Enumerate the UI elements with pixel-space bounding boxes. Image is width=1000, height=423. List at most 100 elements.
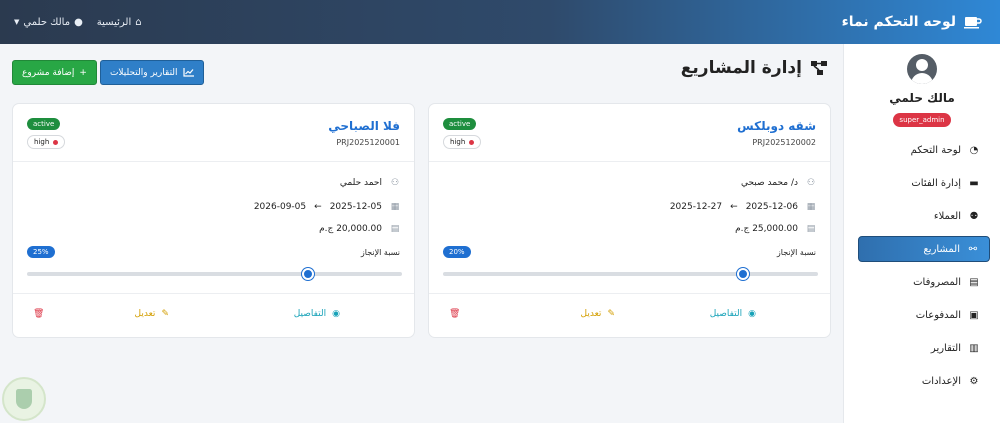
money-icon: ▣ <box>969 309 979 321</box>
sidebar-item-label: لوحة التحكم <box>910 144 961 156</box>
priority-text: high <box>450 138 466 146</box>
progress-slider[interactable] <box>27 268 402 280</box>
project-code: PRJ2025120001 <box>336 138 400 147</box>
sidebar-item-label: المصروفات <box>913 276 961 288</box>
gear-icon: ⚙ <box>969 375 979 387</box>
details-label: التفاصيل <box>709 309 743 319</box>
end-date: 2025-12-27 <box>669 202 723 212</box>
project-card: فلا الصباحي PRJ2025120001 active high ⚇ … <box>12 103 415 338</box>
project-diagram-icon <box>811 61 827 75</box>
user-circle-icon: ● <box>74 16 83 28</box>
progress-slider-knob[interactable] <box>737 268 749 280</box>
sidebar-item-expenses[interactable]: ▤ المصروفات <box>858 269 990 295</box>
home-link-label: الرئيسية <box>96 16 132 28</box>
folder-icon: ▬ <box>969 177 979 189</box>
home-link[interactable]: الرئيسية ⌂ <box>97 17 142 28</box>
plus-icon: + <box>79 67 87 78</box>
project-card-header: فلا الصباحي PRJ2025120001 active high <box>13 104 414 162</box>
progress-slider[interactable] <box>443 268 818 280</box>
edit-label: تعديل <box>134 309 156 319</box>
line-chart-icon <box>182 68 194 77</box>
project-card-body: ⚇ احمد حلمي ▦ 2025-12-05 ← 2026-09-05 ▤ … <box>13 162 414 294</box>
start-date: 2025-12-05 <box>329 202 382 212</box>
sidebar-item-label: التقارير <box>930 342 961 354</box>
sidebar-item-label: العملاء <box>933 210 961 222</box>
progress-label: نسبة الإنجاز <box>360 248 400 257</box>
amount: 25,000.00 ج.م <box>735 224 798 234</box>
avatar <box>907 54 937 84</box>
progress-percent: 25% <box>27 246 55 258</box>
project-card-footer: ◉ التفاصيل ✎ تعديل 🗑 <box>429 294 830 338</box>
end-date: 2026-09-05 <box>253 202 307 212</box>
progress-label: نسبة الإنجاز <box>776 248 816 257</box>
sidebar-item-dashboard[interactable]: ◔ لوحة التحكم <box>858 137 990 163</box>
project-name[interactable]: فلا الصباحي <box>328 119 400 133</box>
edit-label: تعديل <box>580 309 602 319</box>
priority-dot-icon <box>53 139 59 145</box>
trash-icon: 🗑 <box>33 309 45 319</box>
delete-button[interactable]: 🗑 <box>33 309 44 319</box>
user-dropdown[interactable]: ▼ مالك حلمي ● <box>14 17 83 28</box>
client-row: ⚇ احمد حلمي <box>340 178 400 188</box>
receipt-icon: ▤ <box>969 276 979 288</box>
gauge-icon: ◔ <box>969 144 979 156</box>
reports-button[interactable]: التقارير والتحليلات <box>99 60 204 85</box>
watermark-logo <box>2 377 46 421</box>
page-title-text: إدارة المشاريع <box>680 58 802 78</box>
sidebar-item-settings[interactable]: ⚙ الإعدادات <box>858 368 990 394</box>
edit-icon: ✎ <box>607 309 615 319</box>
sidebar-item-payments[interactable]: ▣ المدفوعات <box>858 302 990 328</box>
amount-row: ▤ 25,000.00 ج.م <box>735 224 816 234</box>
add-project-button[interactable]: + إضافة مشروع <box>12 60 97 85</box>
arrow-left-icon: ← <box>730 202 738 212</box>
page-toolbar: + إضافة مشروع التقارير والتحليلات <box>12 60 204 85</box>
client-name: د/ محمد صبحي <box>741 178 798 188</box>
eye-icon: ◉ <box>332 309 340 319</box>
details-label: التفاصيل <box>293 309 327 319</box>
project-card: شقه دوبلكس PRJ2025120002 active high ⚇ د… <box>428 103 831 338</box>
status-badge: active <box>443 118 477 130</box>
brand-title: لوحه التحكم نماء <box>841 14 956 30</box>
priority-dot-icon <box>469 139 475 145</box>
trash-icon: 🗑 <box>449 309 461 319</box>
project-diagram-icon: ⚯ <box>968 243 978 255</box>
calendar-icon: ▦ <box>390 202 400 212</box>
project-card-footer: ◉ التفاصيل ✎ تعديل 🗑 <box>13 294 414 338</box>
client-name: احمد حلمي <box>339 178 382 188</box>
priority-text: high <box>34 138 50 146</box>
chart-icon: ▥ <box>969 342 979 354</box>
sidebar-item-label: إدارة الفئات <box>911 177 961 189</box>
caret-down-icon: ▼ <box>14 18 20 26</box>
eye-icon: ◉ <box>748 309 756 319</box>
edit-button[interactable]: ✎ تعديل <box>135 309 169 319</box>
project-name[interactable]: شقه دوبلكس <box>737 119 816 133</box>
money-bill-icon: ▤ <box>390 224 400 234</box>
brand[interactable]: لوحه التحكم نماء <box>842 14 982 30</box>
amount: 20,000.00 ج.م <box>319 224 382 234</box>
add-project-label: إضافة مشروع <box>22 67 75 78</box>
start-date: 2025-12-06 <box>745 202 798 212</box>
reports-label: التقارير والتحليلات <box>109 67 178 78</box>
sidebar-item-categories[interactable]: ▬ إدارة الفئات <box>858 170 990 196</box>
user-icon: ⚇ <box>390 178 400 188</box>
details-button[interactable]: ◉ التفاصيل <box>710 309 756 319</box>
project-card-header: شقه دوبلكس PRJ2025120002 active high <box>429 104 830 162</box>
user-dropdown-label: مالك حلمي <box>23 16 71 28</box>
dates-row: ▦ 2025-12-05 ← 2026-09-05 <box>254 202 400 212</box>
calendar-icon: ▦ <box>806 202 816 212</box>
details-button[interactable]: ◉ التفاصيل <box>294 309 340 319</box>
sidebar-item-label: المدفوعات <box>915 309 961 321</box>
sidebar-item-clients[interactable]: ⚉ العملاء <box>858 203 990 229</box>
sidebar-item-projects[interactable]: ⚯ المشاريع <box>858 236 990 262</box>
money-bill-icon: ▤ <box>806 224 816 234</box>
page-title: إدارة المشاريع <box>681 58 828 78</box>
priority-badge: high <box>27 135 66 149</box>
client-row: ⚇ د/ محمد صبحي <box>741 178 816 188</box>
delete-button[interactable]: 🗑 <box>449 309 460 319</box>
role-badge: super_admin <box>893 113 951 127</box>
progress-slider-knob[interactable] <box>302 268 315 280</box>
edit-icon: ✎ <box>161 309 169 319</box>
edit-button[interactable]: ✎ تعديل <box>581 309 615 319</box>
project-code: PRJ2025120002 <box>752 138 816 147</box>
sidebar-item-reports[interactable]: ▥ التقارير <box>858 335 990 361</box>
